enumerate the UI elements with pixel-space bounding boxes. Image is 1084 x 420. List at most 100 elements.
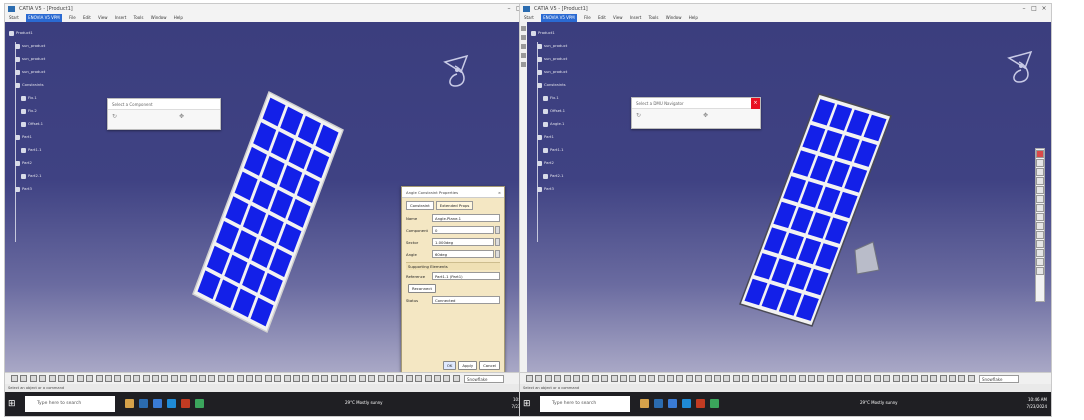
toolbar-tool-icon[interactable]	[521, 26, 526, 31]
command-tool-icon[interactable]	[58, 375, 65, 382]
command-tool-icon[interactable]	[939, 375, 947, 382]
command-tool-icon[interactable]	[789, 375, 797, 382]
menu-tools[interactable]: Tools	[649, 14, 659, 22]
mail-icon[interactable]	[682, 399, 691, 408]
maximize-icon[interactable]: □	[1029, 4, 1039, 14]
system-tray-clock[interactable]: 10:46 AM 7/23/2024	[1026, 396, 1047, 410]
command-tool-icon[interactable]	[142, 375, 150, 382]
command-tool-icon[interactable]	[189, 375, 197, 382]
toolbar-tool-icon[interactable]	[521, 62, 526, 67]
menu-help[interactable]: Help	[689, 14, 698, 22]
solar-panel[interactable]	[739, 93, 892, 327]
command-tool-icon[interactable]	[873, 375, 881, 382]
command-tool-icon[interactable]	[911, 375, 919, 382]
command-tool-icon[interactable]	[133, 375, 141, 382]
command-tool-icon[interactable]	[396, 375, 404, 382]
command-tool-icon[interactable]	[208, 375, 216, 382]
command-tool-icon[interactable]	[544, 375, 552, 382]
component-field[interactable]: 0	[432, 226, 494, 234]
command-tool-icon[interactable]	[582, 375, 590, 382]
menu-edit[interactable]: Edit	[598, 14, 606, 22]
toolbar-tool-icon[interactable]	[1036, 213, 1044, 221]
command-tool-icon[interactable]	[742, 375, 750, 382]
menu-edit[interactable]: Edit	[83, 14, 91, 22]
command-tool-icon[interactable]	[798, 375, 806, 382]
toolbar-tool-icon[interactable]	[1036, 186, 1044, 194]
tab-extended-props[interactable]: Extended Props	[435, 201, 474, 210]
command-tool-icon[interactable]	[255, 375, 263, 382]
command-tool-icon[interactable]	[443, 375, 451, 382]
command-search-input[interactable]: Snowflake	[464, 375, 504, 383]
taskbar-search-input[interactable]: Type here to search	[540, 396, 630, 412]
command-tool-icon[interactable]	[302, 375, 310, 382]
command-tool-icon[interactable]	[76, 375, 84, 382]
command-tool-icon[interactable]	[340, 375, 347, 382]
weather-widget[interactable]: 29°C Mostly sunny	[860, 400, 898, 405]
file-explorer-icon[interactable]	[125, 399, 134, 408]
command-tool-icon[interactable]	[902, 375, 909, 382]
command-tool-icon[interactable]	[236, 375, 244, 382]
app-taskbar-icon[interactable]	[710, 399, 719, 408]
command-tool-icon[interactable]	[11, 375, 18, 382]
command-tool-icon[interactable]	[377, 375, 385, 382]
edge-icon[interactable]	[139, 399, 148, 408]
command-tool-icon[interactable]	[864, 375, 872, 382]
catia-taskbar-icon[interactable]	[696, 399, 705, 408]
command-tool-icon[interactable]	[311, 375, 319, 382]
weather-widget[interactable]: 29°C Mostly sunny	[345, 400, 383, 405]
solar-panel-model[interactable]	[527, 22, 1051, 372]
command-tool-icon[interactable]	[29, 375, 37, 382]
command-tool-icon[interactable]	[368, 375, 376, 382]
windows-start-icon[interactable]: ⊞	[523, 399, 533, 409]
command-tool-icon[interactable]	[123, 375, 131, 382]
command-tool-icon[interactable]	[95, 375, 103, 382]
app-taskbar-icon[interactable]	[195, 399, 204, 408]
command-tool-icon[interactable]	[845, 375, 853, 382]
command-tool-icon[interactable]	[48, 375, 56, 382]
command-tool-icon[interactable]	[180, 375, 188, 382]
spinner-icon[interactable]	[495, 250, 500, 258]
3d-viewport[interactable]: Product1 sun_product sun_product sun_pro…	[527, 22, 1051, 372]
menu-start[interactable]: Start	[524, 14, 534, 22]
command-tool-icon[interactable]	[535, 375, 543, 382]
command-tool-icon[interactable]	[892, 375, 900, 382]
store-icon[interactable]	[668, 399, 677, 408]
command-tool-icon[interactable]	[20, 375, 28, 382]
command-tool-icon[interactable]	[629, 375, 637, 382]
toolbar-tool-icon[interactable]	[521, 53, 526, 58]
command-tool-icon[interactable]	[685, 375, 693, 382]
command-tool-icon[interactable]	[601, 375, 609, 382]
reference-field[interactable]: Part1.1 (Part1)	[432, 272, 500, 280]
command-tool-icon[interactable]	[732, 375, 740, 382]
toolbar-tool-icon[interactable]	[1036, 204, 1044, 212]
command-tool-icon[interactable]	[274, 375, 282, 382]
close-icon[interactable]: ×	[1039, 4, 1049, 14]
panel-stand-bracket[interactable]	[854, 241, 880, 275]
command-tool-icon[interactable]	[714, 375, 721, 382]
menu-file[interactable]: File	[584, 14, 591, 22]
menu-view[interactable]: View	[98, 14, 108, 22]
command-tool-icon[interactable]	[648, 375, 656, 382]
command-tool-icon[interactable]	[227, 375, 235, 382]
command-tool-icon[interactable]	[808, 375, 815, 382]
command-tool-icon[interactable]	[554, 375, 562, 382]
command-tool-icon[interactable]	[657, 375, 665, 382]
name-field[interactable]: Angle.Plane.1	[432, 214, 500, 222]
windows-start-icon[interactable]: ⊞	[8, 399, 18, 409]
menu-insert[interactable]: Insert	[630, 14, 641, 22]
toolbar-tool-icon[interactable]	[1036, 177, 1044, 185]
command-tool-icon[interactable]	[246, 375, 253, 382]
spinner-icon[interactable]	[495, 226, 500, 234]
command-tool-icon[interactable]	[826, 375, 834, 382]
taskbar-search-input[interactable]: Type here to search	[25, 396, 115, 412]
command-tool-icon[interactable]	[405, 375, 413, 382]
toolbar-tool-icon[interactable]	[1036, 159, 1044, 167]
menu-enovia[interactable]: ENOVIA V5 VPM	[541, 14, 577, 22]
command-tool-icon[interactable]	[817, 375, 825, 382]
command-tool-icon[interactable]	[114, 375, 122, 382]
command-tool-icon[interactable]	[452, 375, 460, 382]
command-tool-icon[interactable]	[434, 375, 441, 382]
command-tool-icon[interactable]	[930, 375, 938, 382]
command-tool-icon[interactable]	[349, 375, 357, 382]
reconnect-button[interactable]: Reconnect	[408, 283, 436, 293]
